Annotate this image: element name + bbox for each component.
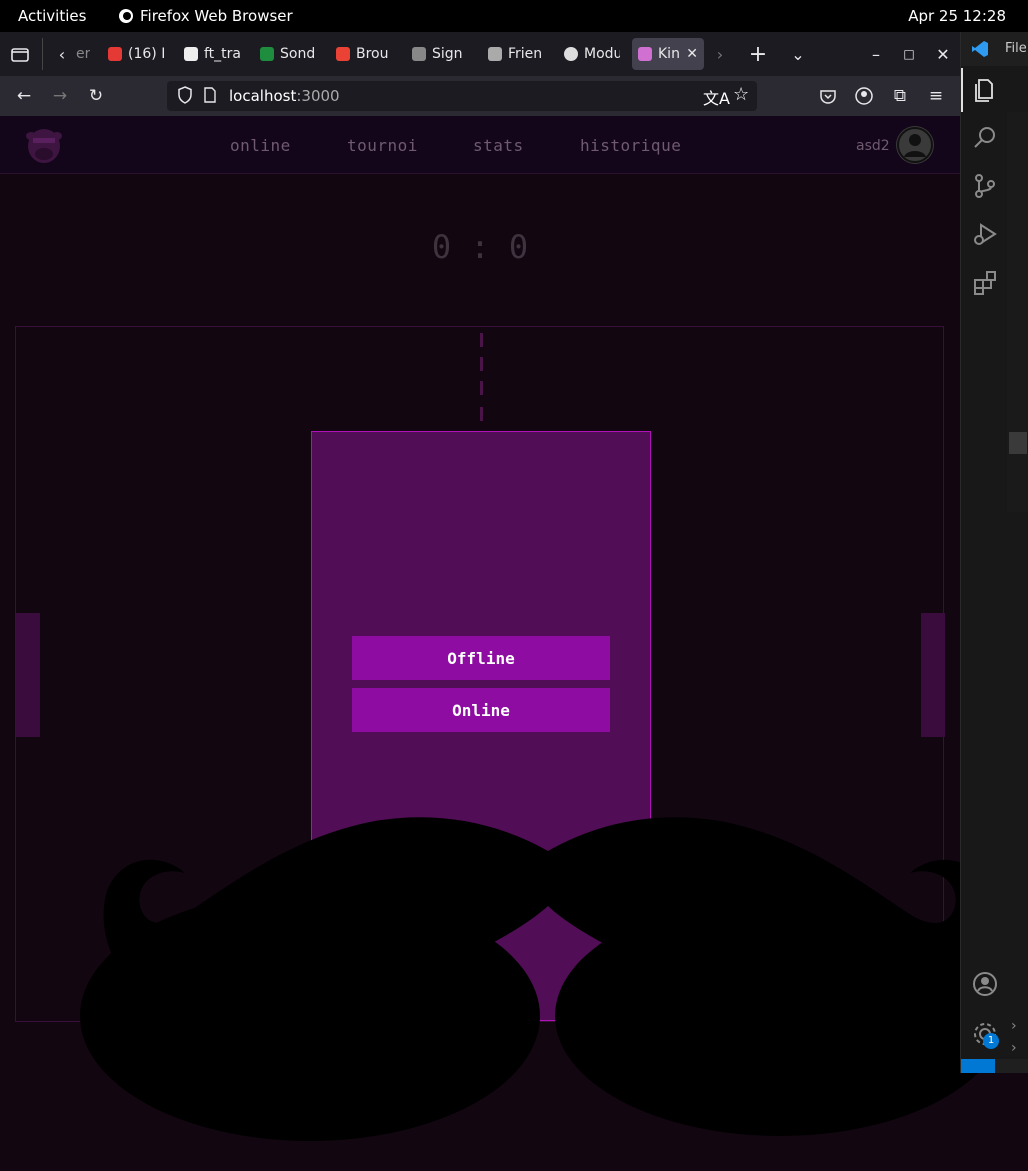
left-paddle (16, 613, 40, 737)
source-control-icon[interactable] (971, 172, 999, 200)
avatar[interactable] (896, 126, 934, 164)
close-tab-icon[interactable]: ✕ (686, 46, 698, 62)
tab-favicon-icon (184, 47, 198, 61)
web-page: online tournoi stats historique asd2 0 :… (0, 116, 1000, 1141)
tab-favicon-icon (488, 47, 502, 61)
active-indicator (961, 68, 963, 112)
account-icon[interactable] (850, 82, 878, 110)
divider (42, 38, 43, 70)
tab-2[interactable]: ft_tra (184, 38, 240, 70)
tab-4[interactable]: Brou (336, 38, 392, 70)
extensions-icon[interactable] (971, 268, 999, 296)
center-line (480, 333, 483, 347)
scrollbar-thumb[interactable] (1009, 432, 1027, 454)
url-text[interactable]: localhost:3000 (229, 87, 340, 105)
tab-1[interactable]: (16) D (108, 38, 164, 70)
tab-favicon-icon (564, 47, 578, 61)
reload-icon[interactable]: ↻ (82, 82, 110, 110)
chevron-right-icon[interactable]: › (1011, 1040, 1017, 1056)
remote-indicator[interactable] (961, 1059, 995, 1073)
page-icon[interactable] (203, 87, 217, 107)
new-tab-icon[interactable]: + (744, 40, 772, 68)
vscode-title-bar: File (961, 32, 1028, 66)
translate-icon[interactable]: 文A (703, 85, 730, 109)
explorer-icon[interactable] (971, 76, 999, 104)
vscode-status-bar (961, 1059, 1028, 1073)
tab-bar: ‹ er (16) D ft_tra Sond Brou Sign Frien … (0, 32, 960, 76)
tab-overview-icon[interactable] (6, 40, 34, 68)
tab-favicon-icon (412, 47, 426, 61)
nav-link-historique[interactable]: historique (580, 136, 681, 155)
nav-link-online[interactable]: online (230, 136, 291, 155)
app-header: online tournoi stats historique asd2 (0, 116, 960, 174)
tab-3[interactable]: Sond (260, 38, 316, 70)
app-name: Firefox Web Browser (140, 7, 293, 25)
mustache-overlay-icon (80, 817, 1000, 1141)
maximize-icon[interactable]: □ (895, 40, 923, 68)
chevron-right-icon[interactable]: › (1011, 1018, 1017, 1034)
back-icon[interactable]: ← (10, 82, 38, 110)
center-line (480, 407, 483, 421)
settings-badge: 1 (983, 1033, 999, 1049)
url-bar[interactable]: localhost:3000 文A ☆ (167, 81, 757, 111)
scroll-tabs-right-icon[interactable]: › (706, 40, 734, 68)
tab-favicon-icon (638, 47, 652, 61)
tab-favicon-icon (108, 47, 122, 61)
app-menu[interactable]: Firefox Web Browser (118, 7, 293, 25)
username[interactable]: asd2 (856, 138, 890, 154)
user-avatar-icon (897, 127, 933, 163)
close-window-icon[interactable]: ✕ (929, 40, 957, 68)
nav-link-tournoi[interactable]: tournoi (347, 136, 418, 155)
tab-0[interactable]: er (76, 38, 90, 70)
firefox-icon (119, 9, 133, 23)
gorilla-logo-icon[interactable] (24, 124, 64, 170)
nav-link-stats[interactable]: stats (473, 136, 524, 155)
clock[interactable]: Apr 25 12:28 (908, 7, 1006, 25)
gmail-icon (336, 47, 350, 61)
tab-6[interactable]: Frien (488, 38, 544, 70)
activities-button[interactable]: Activities (18, 7, 86, 25)
navigation-toolbar: ← → ↻ localhost:3000 文A ☆ ⧉ ≡ (0, 76, 960, 116)
menu-icon[interactable]: ≡ (922, 82, 950, 110)
center-line (480, 357, 483, 371)
run-debug-icon[interactable] (971, 220, 999, 248)
vscode-window: File 1 › › (960, 32, 1028, 1073)
list-tabs-icon[interactable]: ⌄ (784, 40, 812, 68)
accounts-icon[interactable] (971, 970, 999, 998)
tab-8-active[interactable]: Kin ✕ (632, 38, 704, 70)
forward-icon[interactable]: → (46, 82, 74, 110)
offline-button[interactable]: Offline (352, 636, 610, 680)
vscode-menu-file[interactable]: File (1005, 41, 1027, 56)
tab-favicon-icon (260, 47, 274, 61)
scroll-tabs-left-icon[interactable]: ‹ (48, 40, 76, 68)
tab-5[interactable]: Sign (412, 38, 468, 70)
shield-icon[interactable] (177, 86, 193, 108)
vscode-logo-icon[interactable] (971, 40, 989, 62)
pocket-icon[interactable] (814, 82, 842, 110)
online-button[interactable]: Online (352, 688, 610, 732)
browser-chrome: ‹ er (16) D ft_tra Sond Brou Sign Frien … (0, 32, 960, 116)
right-paddle (921, 613, 945, 737)
scrollbar-track[interactable] (1007, 112, 1028, 512)
bookmark-star-icon[interactable]: ☆ (733, 84, 749, 105)
tab-7[interactable]: Modu (564, 38, 620, 70)
system-top-bar: Activities Firefox Web Browser Apr 25 12… (0, 0, 1028, 32)
minimize-icon[interactable]: – (862, 40, 890, 68)
center-line (480, 381, 483, 395)
search-icon[interactable] (971, 124, 999, 152)
extensions-icon[interactable]: ⧉ (886, 82, 914, 110)
score-display: 0 : 0 (431, 228, 529, 266)
